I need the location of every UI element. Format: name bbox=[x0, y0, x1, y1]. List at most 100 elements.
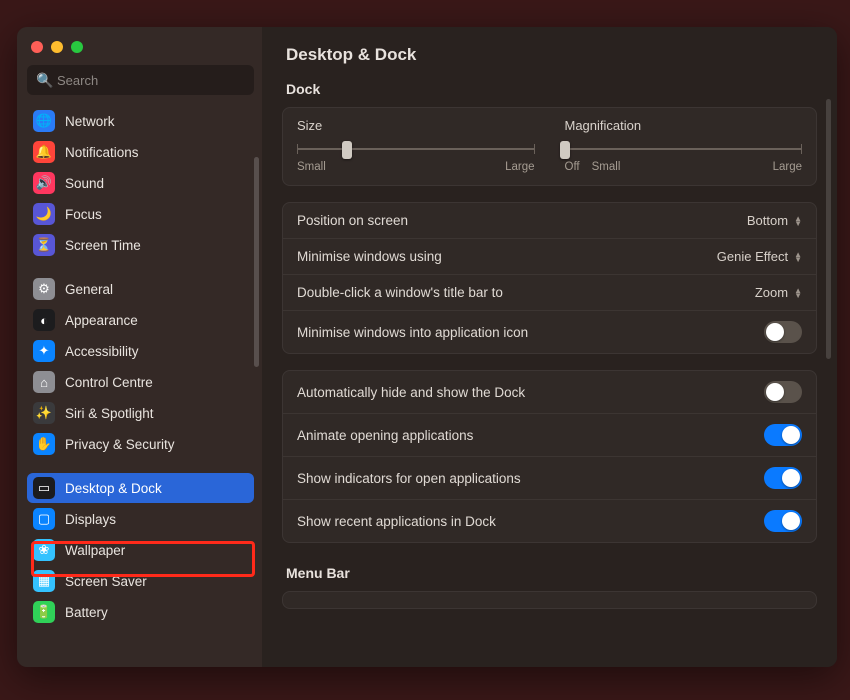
sidebar-item-sound[interactable]: 🔊Sound bbox=[27, 168, 254, 198]
sidebar-item-network[interactable]: 🌐 Network bbox=[27, 106, 254, 136]
sidebar-item-control-centre[interactable]: ⌂Control Centre bbox=[27, 367, 254, 397]
main-scrollbar[interactable] bbox=[826, 99, 831, 359]
row-recent: Show recent applications in Dock bbox=[283, 499, 816, 542]
sidebar-item-displays[interactable]: ▢ Displays bbox=[27, 504, 254, 534]
slider-magnification[interactable]: Magnification Off Small Large bbox=[565, 118, 803, 173]
row-autohide-label: Automatically hide and show the Dock bbox=[297, 385, 525, 400]
slider-mag-label: Magnification bbox=[565, 118, 803, 133]
chevron-updown-icon: ▲▼ bbox=[794, 216, 802, 226]
sidebar-item-siri-spotlight[interactable]: ✨ Siri & Spotlight bbox=[27, 398, 254, 428]
screen-saver-icon: ▦ bbox=[33, 570, 55, 592]
panel-dock-sliders: Size Small Large Magnification bbox=[282, 107, 817, 186]
sidebar-item-label: Displays bbox=[65, 512, 116, 527]
sidebar-item-screen-saver[interactable]: ▦ Screen Saver bbox=[27, 566, 254, 596]
siri-spotlight-icon: ✨ bbox=[33, 402, 55, 424]
close-icon[interactable] bbox=[31, 41, 43, 53]
slider-mag-max: Large bbox=[773, 161, 802, 173]
focus-icon: 🌙 bbox=[33, 203, 55, 225]
sidebar-item-label: Privacy & Security bbox=[65, 437, 175, 452]
row-min-into-icon: Minimise windows into application icon bbox=[283, 310, 816, 353]
displays-icon: ▢ bbox=[33, 508, 55, 530]
row-minimise: Minimise windows using Genie Effect ▲▼ bbox=[283, 238, 816, 274]
popup-dblclick-value: Zoom bbox=[755, 285, 788, 300]
battery-icon: 🔋 bbox=[33, 601, 55, 623]
toggle-autohide[interactable] bbox=[764, 381, 802, 403]
sidebar-item-wallpaper[interactable]: ❀Wallpaper bbox=[27, 535, 254, 565]
section-menubar-label: Menu Bar bbox=[282, 559, 817, 591]
desktop-dock-icon: ▭ bbox=[33, 477, 55, 499]
sidebar-list: 🌐 Network 🔔 Notifications 🔊Sound 🌙 Focus ⏳ Scree… bbox=[27, 105, 254, 657]
toggle-recent[interactable] bbox=[764, 510, 802, 532]
sidebar-item-label: Appearance bbox=[65, 313, 138, 328]
page-title: Desktop & Dock bbox=[262, 27, 837, 75]
slider-mag-min: Small bbox=[592, 161, 621, 173]
row-indicators: Show indicators for open applications bbox=[283, 456, 816, 499]
sidebar-item-label: Control Centre bbox=[65, 375, 153, 390]
accessibility-icon: ✦ bbox=[33, 340, 55, 362]
row-position: Position on screen Bottom ▲▼ bbox=[283, 203, 816, 238]
slider-size-label: Size bbox=[297, 118, 535, 133]
sidebar-item-label: General bbox=[65, 282, 113, 297]
sidebar-item-battery[interactable]: 🔋Battery bbox=[27, 597, 254, 627]
slider-size-min: Small bbox=[297, 161, 326, 173]
popup-minimise-value: Genie Effect bbox=[717, 249, 788, 264]
network-icon: 🌐 bbox=[33, 110, 55, 132]
sidebar-item-notifications[interactable]: 🔔 Notifications bbox=[27, 137, 254, 167]
sidebar-item-label: Notifications bbox=[65, 145, 139, 160]
panel-menubar bbox=[282, 591, 817, 609]
sidebar-item-desktop-dock[interactable]: ▭ Desktop & Dock bbox=[27, 473, 254, 503]
sidebar-item-general[interactable]: ⚙ General bbox=[27, 274, 254, 304]
row-autohide: Automatically hide and show the Dock bbox=[283, 371, 816, 413]
sidebar-item-focus[interactable]: 🌙 Focus bbox=[27, 199, 254, 229]
zoom-icon[interactable] bbox=[71, 41, 83, 53]
row-minimise-label: Minimise windows using bbox=[297, 249, 442, 264]
row-min-into-icon-label: Minimise windows into application icon bbox=[297, 325, 528, 340]
traffic-lights bbox=[27, 37, 254, 65]
row-dblclick: Double-click a window's title bar to Zoo… bbox=[283, 274, 816, 310]
search-field[interactable]: 🔍 bbox=[27, 65, 254, 95]
sidebar: 🔍 🌐 Network 🔔 Notifications 🔊Sound 🌙 Focus ⏳ Scr… bbox=[17, 27, 262, 667]
toggle-min-into-icon[interactable] bbox=[764, 321, 802, 343]
sidebar-item-label: Siri & Spotlight bbox=[65, 406, 154, 421]
wallpaper-icon: ❀ bbox=[33, 539, 55, 561]
slider-size[interactable]: Size Small Large bbox=[297, 118, 535, 173]
minimize-icon[interactable] bbox=[51, 41, 63, 53]
sidebar-item-accessibility[interactable]: ✦ Accessibility bbox=[27, 336, 254, 366]
sidebar-item-label: Network bbox=[65, 114, 115, 129]
sidebar-item-label: Accessibility bbox=[65, 344, 139, 359]
toggle-indicators[interactable] bbox=[764, 467, 802, 489]
chevron-updown-icon: ▲▼ bbox=[794, 288, 802, 298]
popup-position-value: Bottom bbox=[747, 213, 788, 228]
sidebar-scrollbar[interactable] bbox=[254, 157, 259, 367]
row-dblclick-label: Double-click a window's title bar to bbox=[297, 285, 503, 300]
popup-minimise[interactable]: Genie Effect ▲▼ bbox=[717, 249, 802, 264]
row-animate: Animate opening applications bbox=[283, 413, 816, 456]
search-icon: 🔍 bbox=[36, 72, 53, 89]
toggle-animate[interactable] bbox=[764, 424, 802, 446]
chevron-updown-icon: ▲▼ bbox=[794, 252, 802, 262]
slider-size-track[interactable] bbox=[297, 139, 535, 159]
sidebar-item-label: Desktop & Dock bbox=[65, 481, 162, 496]
slider-mag-track[interactable] bbox=[565, 139, 803, 159]
notifications-icon: 🔔 bbox=[33, 141, 55, 163]
sidebar-item-label: Focus bbox=[65, 207, 102, 222]
popup-position[interactable]: Bottom ▲▼ bbox=[747, 213, 802, 228]
screen-time-icon: ⏳ bbox=[33, 234, 55, 256]
sidebar-item-privacy-security[interactable]: ✋ Privacy & Security bbox=[27, 429, 254, 459]
main-scroll: Dock Size Small Large bbox=[262, 75, 837, 667]
main-pane: Desktop & Dock Dock Size Small bbox=[262, 27, 837, 667]
search-input[interactable] bbox=[27, 65, 254, 95]
privacy-security-icon: ✋ bbox=[33, 433, 55, 455]
row-indicators-label: Show indicators for open applications bbox=[297, 471, 521, 486]
popup-dblclick[interactable]: Zoom ▲▼ bbox=[755, 285, 802, 300]
slider-size-max: Large bbox=[505, 161, 534, 173]
general-icon: ⚙ bbox=[33, 278, 55, 300]
sidebar-item-label: Sound bbox=[65, 176, 104, 191]
row-animate-label: Animate opening applications bbox=[297, 428, 473, 443]
sidebar-item-screen-time[interactable]: ⏳ Screen Time bbox=[27, 230, 254, 260]
sidebar-item-label: Screen Time bbox=[65, 238, 141, 253]
sidebar-item-label: Screen Saver bbox=[65, 574, 147, 589]
sidebar-item-appearance[interactable]: ◐Appearance bbox=[27, 305, 254, 335]
row-recent-label: Show recent applications in Dock bbox=[297, 514, 496, 529]
row-position-label: Position on screen bbox=[297, 213, 408, 228]
